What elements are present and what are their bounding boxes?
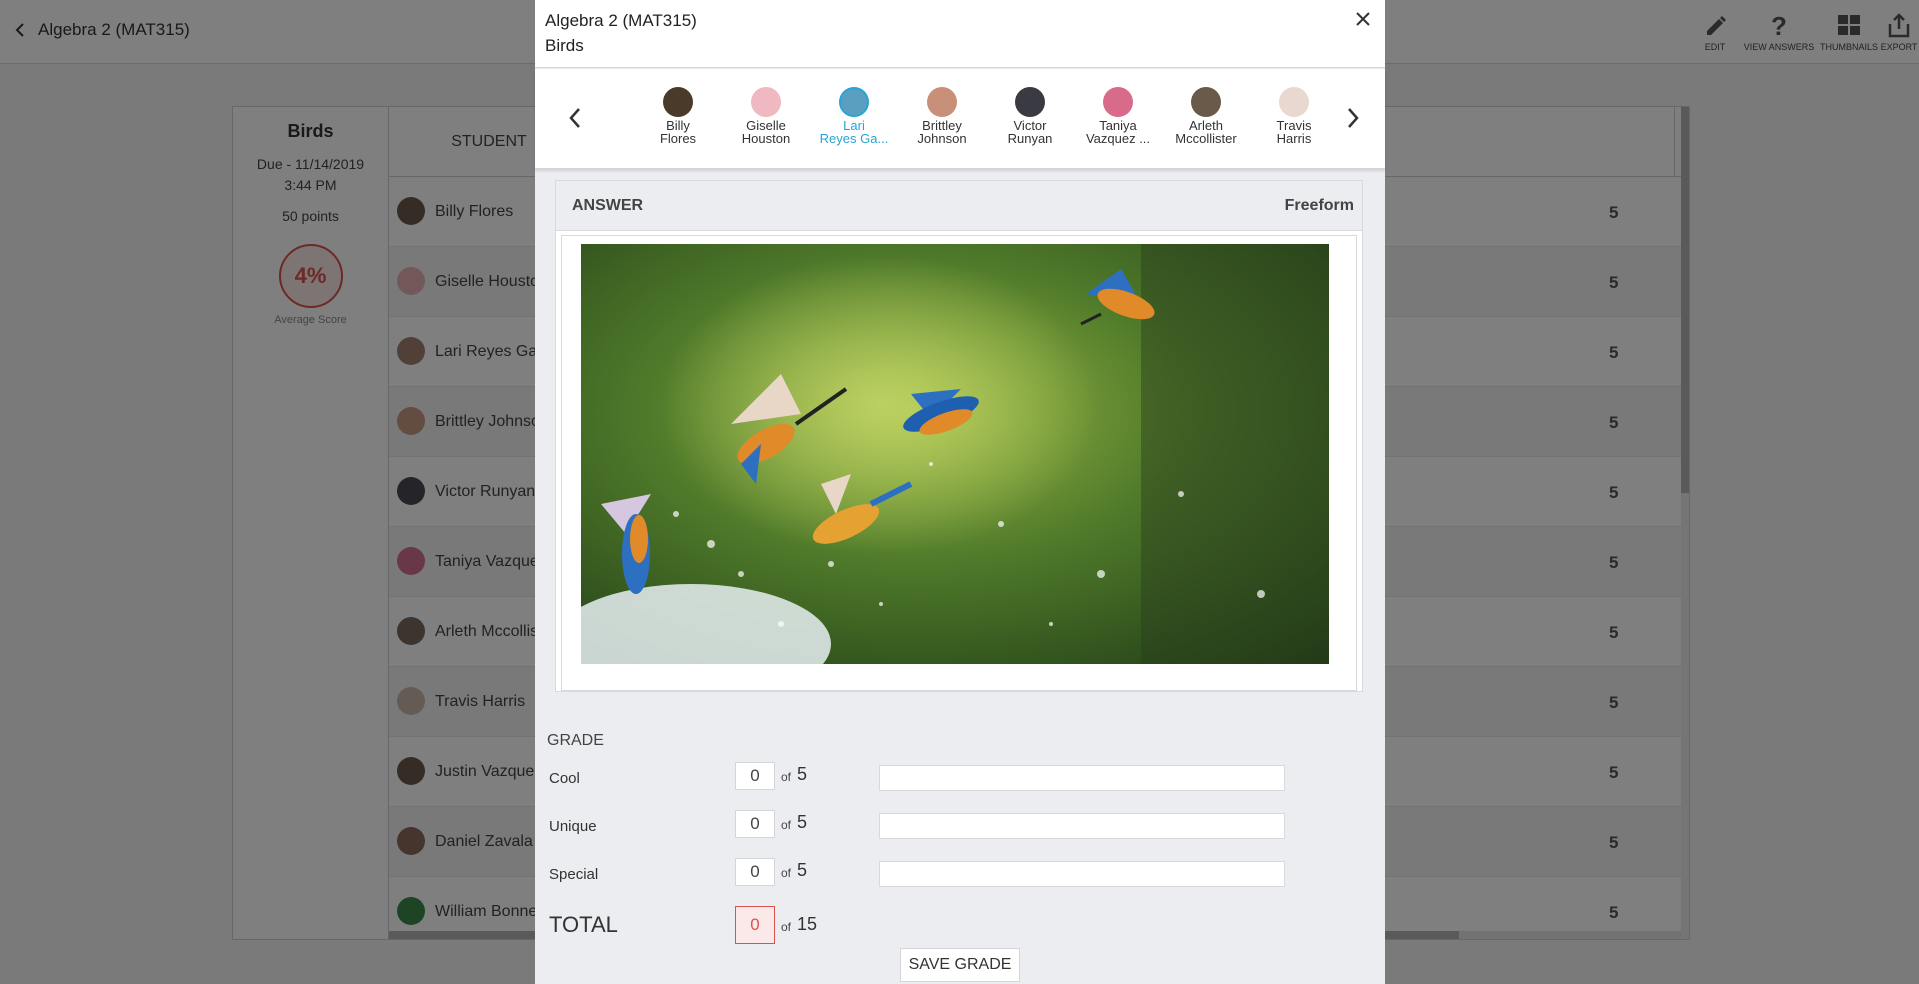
criterion-score-input[interactable]: 0	[735, 858, 775, 886]
close-icon	[1356, 12, 1370, 26]
avatar	[1103, 87, 1133, 117]
answer-header: ANSWER Freeform	[556, 181, 1362, 231]
criterion-comment-field[interactable]	[879, 861, 1285, 887]
criterion-row: Unique 0 of 5	[549, 810, 1369, 840]
student-last-name: Vazquez ...	[1085, 131, 1151, 146]
carousel-student[interactable]: Giselle Houston	[723, 87, 809, 145]
student-last-name: Runyan	[1007, 131, 1053, 146]
criterion-score-input[interactable]: 0	[735, 810, 775, 838]
carousel-student[interactable]: Travis Harris	[1251, 87, 1337, 145]
avatar	[839, 87, 869, 117]
student-last-name: Reyes Ga...	[819, 131, 889, 146]
answer-image	[581, 244, 1329, 664]
avatar	[663, 87, 693, 117]
student-last-name: Houston	[741, 131, 791, 146]
grade-title: GRADE	[547, 732, 604, 749]
criterion-label: Special	[549, 866, 599, 883]
student-last-name: Johnson	[917, 131, 967, 146]
student-last-name: Harris	[1276, 131, 1312, 146]
criterion-max: 5	[797, 860, 808, 880]
avatar	[1015, 87, 1045, 117]
student-last-name: Flores	[659, 131, 697, 146]
avatar	[1279, 87, 1309, 117]
total-row: TOTAL 0 of 15	[549, 906, 1369, 944]
criterion-row: Special 0 of 5	[549, 858, 1369, 888]
chevron-left-icon[interactable]	[567, 107, 583, 129]
grade-section: GRADE Cool 0 of 5 Unique 0 of 5 Special 0 of 5 TOTA…	[535, 718, 1385, 984]
modal-assignment-title: Birds	[545, 36, 584, 55]
student-last-name: Mccollister	[1175, 131, 1237, 146]
save-grade-button[interactable]: SAVE GRADE	[900, 948, 1020, 982]
criterion-label: Cool	[549, 770, 580, 787]
student-carousel: Billy Flores Giselle Houston Lari Reyes Ga...…	[535, 69, 1385, 169]
carousel-student[interactable]: Billy Flores	[635, 87, 721, 145]
criterion-comment-field[interactable]	[879, 813, 1285, 839]
chevron-right-icon[interactable]	[1345, 107, 1361, 129]
total-score-input[interactable]: 0	[735, 906, 775, 944]
answer-panel: ANSWER Freeform	[555, 180, 1363, 692]
criterion-of: of	[781, 866, 792, 880]
total-label: TOTAL	[549, 912, 618, 937]
criterion-score-input[interactable]: 0	[735, 762, 775, 790]
carousel-student[interactable]: Arleth Mccollister	[1163, 87, 1249, 145]
criterion-max: 5	[797, 812, 808, 832]
carousel-student[interactable]: Lari Reyes Ga...	[811, 87, 897, 145]
criterion-label: Unique	[549, 818, 597, 835]
criterion-max: 5	[797, 764, 808, 784]
avatar	[927, 87, 957, 117]
modal-course-title: Algebra 2 (MAT315)	[545, 11, 697, 30]
carousel-student[interactable]: Victor Runyan	[987, 87, 1073, 145]
criterion-of: of	[781, 770, 792, 784]
avatar	[1191, 87, 1221, 117]
criterion-of: of	[781, 818, 792, 832]
close-button[interactable]	[1355, 6, 1375, 26]
answer-label: ANSWER	[572, 197, 644, 214]
total-max: 15	[797, 914, 818, 934]
modal-header: Algebra 2 (MAT315) Birds	[535, 0, 1385, 68]
carousel-student[interactable]: Taniya Vazquez ...	[1075, 87, 1161, 145]
carousel-student[interactable]: Brittley Johnson	[899, 87, 985, 145]
avatar	[751, 87, 781, 117]
answer-type: Freeform	[1284, 197, 1354, 214]
grading-modal: Algebra 2 (MAT315) Birds Billy Flores Gise…	[535, 0, 1385, 984]
total-of: of	[781, 920, 792, 934]
criterion-row: Cool 0 of 5	[549, 762, 1369, 792]
criterion-comment-field[interactable]	[879, 765, 1285, 791]
